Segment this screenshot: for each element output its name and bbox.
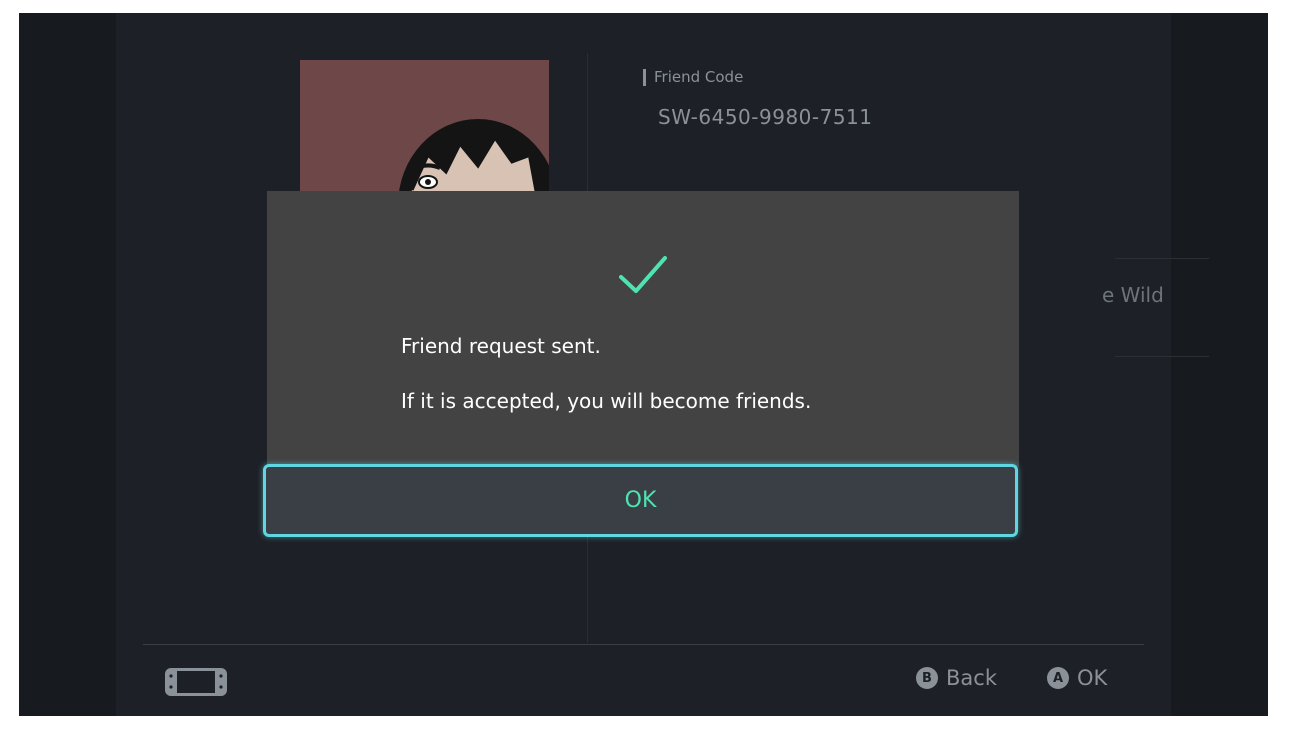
list-divider (1115, 356, 1209, 357)
a-button-icon: A (1047, 667, 1069, 689)
list-divider (1115, 258, 1209, 259)
left-edge (19, 13, 116, 716)
label-marker (643, 68, 646, 86)
ok-hint[interactable]: A OK (1047, 666, 1107, 690)
friend-code-value: SW-6450-9980-7511 (658, 105, 873, 129)
switch-screen: Friend Code SW-6450-9980-7511 e Wild S B… (19, 13, 1268, 716)
game-title-partial: e Wild (1102, 283, 1164, 307)
ok-button-label: OK (624, 488, 657, 513)
friend-code-label-text: Friend Code (654, 68, 744, 86)
ok-hint-label: OK (1077, 666, 1108, 690)
back-hint[interactable]: B Back (916, 666, 997, 690)
confirmation-dialog: Friend request sent. If it is accepted, … (267, 191, 1019, 467)
ok-button[interactable]: OK (263, 464, 1018, 537)
back-hint-label: Back (946, 666, 997, 690)
switch-console-icon (165, 668, 227, 696)
dialog-message: Friend request sent. (401, 334, 601, 358)
b-button-icon: B (916, 667, 938, 689)
friend-code-label: Friend Code (643, 68, 743, 86)
right-edge (1171, 13, 1268, 716)
footer-divider (143, 644, 1144, 645)
dialog-submessage: If it is accepted, you will become frien… (401, 389, 812, 413)
checkmark-icon (619, 256, 667, 293)
